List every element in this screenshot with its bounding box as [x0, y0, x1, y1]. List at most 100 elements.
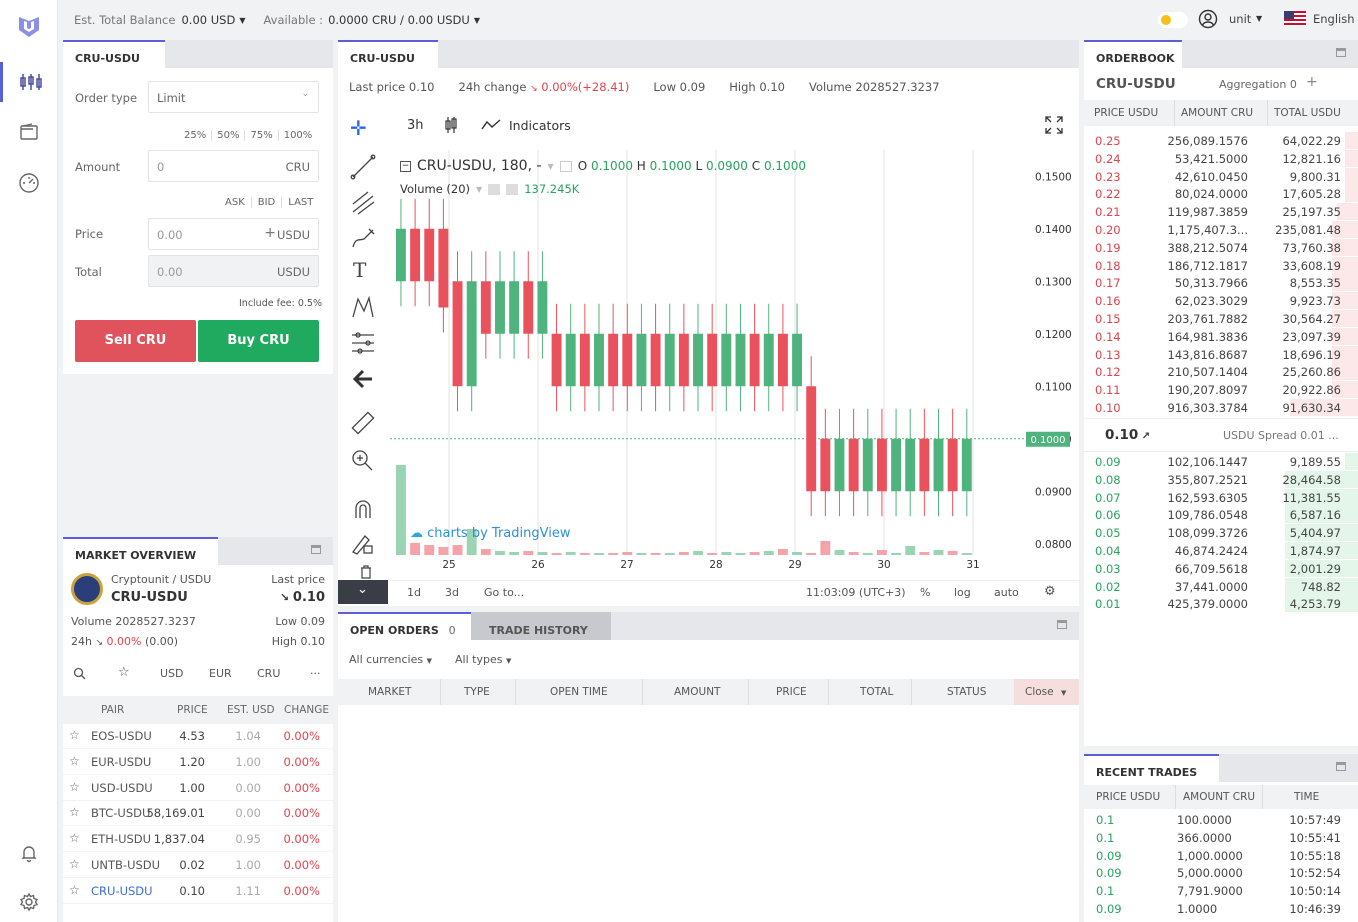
dashboard-icon[interactable]: [0, 163, 58, 203]
brush-icon[interactable]: [350, 225, 376, 251]
bid-row[interactable]: 0.09 102,106.1447 9,189.55: [1084, 453, 1358, 471]
ask-row[interactable]: 0.17 50,313.7966 8,553.35: [1084, 274, 1358, 292]
last-shortcut[interactable]: LAST: [282, 197, 319, 208]
buy-button[interactable]: Buy CRU: [198, 320, 319, 362]
amount-input[interactable]: 0 CRU: [148, 150, 319, 182]
settings-gear-icon[interactable]: [0, 882, 58, 922]
pitchfork-icon[interactable]: [350, 190, 376, 216]
aggregation-plus-icon[interactable]: +: [1306, 74, 1318, 90]
col-status[interactable]: STATUS: [947, 686, 986, 698]
magnet-icon[interactable]: [352, 498, 374, 520]
range-3d[interactable]: 3d: [445, 586, 459, 599]
market-row[interactable]: ☆ BTC-USDU 58,169.01 0.00 0.00%: [63, 800, 333, 827]
col-pair[interactable]: PAIR: [101, 704, 124, 716]
auto-toggle[interactable]: auto: [994, 586, 1019, 599]
tab-recent-trades[interactable]: RECENT TRADES: [1084, 754, 1219, 782]
filter-cru[interactable]: CRU: [257, 667, 280, 680]
fullscreen-icon[interactable]: [1045, 116, 1063, 134]
chevron-down-icon[interactable]: ▼: [548, 162, 554, 171]
candle-style-icon[interactable]: [444, 116, 458, 134]
market-row[interactable]: ☆ CRU-USDU 0.10 1.11 0.00%: [63, 878, 333, 904]
tab-trade-history[interactable]: TRADE HISTORY: [471, 612, 611, 640]
chevron-down-icon[interactable]: ▼: [474, 16, 480, 25]
search-icon[interactable]: [73, 667, 86, 680]
ask-row[interactable]: 0.19 388,212.5074 73,760.38: [1084, 238, 1358, 257]
col-open-time[interactable]: OPEN TIME: [550, 686, 608, 698]
trash-icon[interactable]: [360, 565, 372, 579]
market-row[interactable]: ☆ ETH-USDU 1,837.04 0.95 0.00%: [63, 826, 333, 853]
tab-open-orders[interactable]: OPEN ORDERS 0: [338, 612, 471, 640]
minimize-icon[interactable]: [1336, 762, 1346, 771]
col-type[interactable]: TYPE: [464, 686, 490, 698]
minimize-icon[interactable]: [1057, 620, 1067, 629]
bid-row[interactable]: 0.01 425,379.0000 4,253.79: [1084, 595, 1358, 613]
log-toggle[interactable]: log: [954, 586, 971, 599]
hide-toolbar-button[interactable]: ⌄: [338, 580, 388, 604]
user-icon[interactable]: [1198, 9, 1218, 29]
col-change[interactable]: CHANGE: [284, 704, 329, 716]
ask-row[interactable]: 0.20 1,175,407.3... 235,081.48: [1084, 221, 1358, 239]
ask-row[interactable]: 0.10 916,303.3784 91,630.34: [1084, 399, 1358, 417]
pct-75[interactable]: 75%: [245, 130, 279, 141]
pct-100[interactable]: 100%: [279, 130, 318, 141]
minimize-icon[interactable]: [311, 545, 321, 554]
ask-row[interactable]: 0.12 210,507.1404 25,260.86: [1084, 363, 1358, 381]
ask-row[interactable]: 0.13 143,816.8687 18,696.19: [1084, 345, 1358, 364]
bid-row[interactable]: 0.04 46,874.2424 1,874.97: [1084, 542, 1358, 560]
market-row[interactable]: ☆ USD-USDU 1.00 0.00 0.00%: [63, 775, 333, 801]
close-all-button[interactable]: Close ▼: [1014, 679, 1079, 705]
tab-chart-pair[interactable]: CRU-USDU: [338, 40, 438, 68]
ask-row[interactable]: 0.15 203,761.7882 30,564.27: [1084, 310, 1358, 328]
tab-order-pair[interactable]: CRU-USDU: [63, 40, 165, 68]
candles-icon[interactable]: [0, 62, 58, 102]
ask-row[interactable]: 0.24 53,421.5000 12,821.16: [1084, 149, 1358, 168]
chevron-down-icon[interactable]: ▼: [239, 16, 245, 25]
eye-icon[interactable]: [488, 183, 501, 195]
ask-row[interactable]: 0.22 80,024.0000 17,605.28: [1084, 185, 1358, 203]
chevron-down-icon[interactable]: ▼: [476, 185, 482, 194]
interval-selector[interactable]: 3h: [407, 118, 424, 133]
chart-settings-icon[interactable]: ⚙: [1044, 584, 1056, 599]
order-type-select[interactable]: Limit ⌄: [148, 81, 319, 113]
favorite-star-icon[interactable]: ☆: [69, 883, 80, 897]
language-selector[interactable]: English: [1313, 12, 1355, 26]
ask-row[interactable]: 0.18 186,712.1817 33,608.19: [1084, 256, 1358, 275]
col-amount[interactable]: AMOUNT: [674, 686, 720, 698]
favorite-star-icon[interactable]: ☆: [69, 805, 80, 819]
indicators-icon[interactable]: [481, 118, 501, 132]
settings-icon[interactable]: [559, 160, 572, 172]
favorite-star-icon[interactable]: ☆: [69, 831, 80, 845]
currency-filter[interactable]: All currencies ▼: [349, 653, 432, 666]
trend-line-icon[interactable]: [350, 154, 376, 180]
bid-row[interactable]: 0.03 66,709.5618 2,001.29: [1084, 559, 1358, 578]
more-filters[interactable]: ...: [310, 664, 321, 677]
tab-orderbook[interactable]: ORDERBOOK: [1084, 40, 1182, 68]
tab-market-overview[interactable]: MARKET OVERVIEW: [63, 537, 218, 565]
ask-row[interactable]: 0.21 119,987.3859 25,197.35: [1084, 203, 1358, 221]
prediction-icon[interactable]: [350, 330, 376, 356]
total-input[interactable]: 0.00 USDU: [148, 255, 319, 287]
price-input[interactable]: 0.00 + USDU: [148, 218, 319, 250]
col-price[interactable]: PRICE: [177, 704, 208, 716]
price-chart[interactable]: 25 26 27 28 29 30 31 0.1500 0.1400 0.1300 0.1200 0.…: [390, 150, 1079, 590]
pattern-icon[interactable]: [350, 295, 376, 321]
plus-icon[interactable]: +: [264, 225, 276, 241]
zoom-in-icon[interactable]: [350, 448, 374, 472]
col-price[interactable]: PRICE: [776, 686, 807, 698]
ask-row[interactable]: 0.11 190,207.8097 20,922.86: [1084, 381, 1358, 399]
bid-row[interactable]: 0.06 109,786.0548 6,587.16: [1084, 506, 1358, 524]
theme-toggle[interactable]: [1158, 12, 1188, 28]
ruler-icon[interactable]: [350, 410, 376, 436]
bid-row[interactable]: 0.05 108,099.3726 5,404.97: [1084, 524, 1358, 542]
ask-row[interactable]: 0.14 164,981.3836 23,097.39: [1084, 327, 1358, 346]
type-filter[interactable]: All types ▼: [455, 653, 511, 666]
favorite-star-icon[interactable]: ☆: [69, 754, 80, 768]
available-value[interactable]: 0.0000 CRU / 0.00 USDU: [328, 13, 470, 27]
bell-icon[interactable]: [0, 833, 58, 873]
us-flag-icon[interactable]: [1284, 11, 1306, 26]
pct-50[interactable]: 50%: [212, 130, 246, 141]
bid-row[interactable]: 0.08 355,807.2521 28,464.58: [1084, 470, 1358, 489]
crosshair-icon[interactable]: ✛: [350, 116, 367, 140]
indicators-button[interactable]: Indicators: [509, 118, 571, 133]
collapse-legend-icon[interactable]: −: [400, 160, 411, 172]
